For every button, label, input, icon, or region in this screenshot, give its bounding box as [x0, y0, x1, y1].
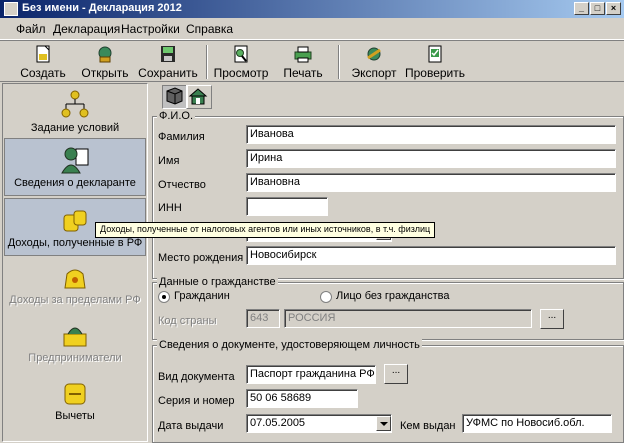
cube-icon — [166, 87, 183, 105]
country-name-field[interactable]: РОССИЯ — [284, 309, 532, 328]
sidebar-item-deductions[interactable]: Вычеты — [4, 378, 146, 430]
menu-bar: Файл Декларация Настройки Справка — [0, 18, 624, 40]
fio-group-title: Ф.И.О. — [157, 110, 195, 122]
name-label: Имя — [158, 155, 180, 167]
save-button[interactable]: Сохранить — [138, 43, 198, 81]
surname-field[interactable]: Иванова — [246, 125, 616, 144]
patronymic-label: Отчество — [158, 179, 206, 191]
toolbar-separator — [338, 45, 340, 79]
sidebar-item-entrepreneurs[interactable]: Предприниматели — [4, 320, 146, 372]
inn-label: ИНН — [158, 202, 182, 214]
money-stack-icon — [63, 327, 87, 347]
open-button[interactable]: Открыть — [78, 43, 132, 81]
window-title: Без имени - Декларация 2012 — [22, 2, 182, 14]
birthplace-label: Место рождения — [158, 252, 244, 264]
tab-address[interactable] — [186, 85, 212, 109]
country-code-label: Код страны — [158, 315, 217, 327]
sidebar-item-declarant[interactable]: Сведения о декларанте — [4, 138, 146, 196]
sidebar-item-conditions[interactable]: Задание условий — [4, 88, 146, 142]
save-disk-icon — [161, 46, 175, 62]
printer-icon — [294, 46, 312, 63]
coins-icon — [63, 210, 87, 232]
country-select-button[interactable]: ... — [540, 309, 564, 329]
tab-personal[interactable] — [162, 85, 188, 109]
patronymic-field[interactable]: Ивановна — [246, 173, 616, 192]
stateless-radio[interactable] — [320, 291, 332, 303]
name-field[interactable]: Ирина — [246, 149, 616, 168]
doc-type-select-button[interactable]: ... — [384, 364, 408, 384]
menu-settings[interactable]: Настройки — [121, 22, 180, 36]
citizen-label: Гражданин — [174, 290, 230, 302]
inn-field[interactable] — [246, 197, 328, 216]
deductions-icon — [64, 383, 86, 405]
birthplace-field[interactable]: Новосибирск — [246, 246, 616, 265]
open-folder-icon — [98, 46, 112, 63]
issue-date-label: Дата выдачи — [158, 420, 224, 432]
doc-type-field[interactable]: Паспорт гражданина РФ — [246, 365, 376, 384]
hierarchy-icon — [61, 90, 89, 118]
doc-number-field[interactable]: 50 06 58689 — [246, 389, 358, 408]
citizen-radio[interactable] — [158, 291, 170, 303]
surname-label: Фамилия — [158, 131, 205, 143]
money-bag-icon — [64, 269, 86, 289]
tooltip: Доходы, полученные от налоговых агентов … — [95, 222, 436, 238]
check-document-icon — [428, 45, 442, 63]
doc-type-label: Вид документа — [158, 371, 235, 383]
country-code-field[interactable]: 643 — [246, 309, 280, 328]
issue-date-field[interactable]: 07.05.2005 — [246, 414, 392, 433]
menu-file[interactable]: Файл — [16, 22, 46, 36]
export-button[interactable]: Экспорт — [348, 43, 400, 81]
person-icon — [61, 147, 89, 174]
stateless-label: Лицо без гражданства — [336, 290, 450, 302]
new-document-icon — [36, 45, 50, 63]
create-button[interactable]: Создать — [16, 43, 70, 81]
menu-help[interactable]: Справка — [186, 22, 233, 36]
app-icon — [4, 2, 18, 16]
export-icon — [367, 47, 381, 61]
issue-date-dropdown-button[interactable] — [376, 416, 391, 431]
citizenship-group-title: Данные о гражданстве — [157, 276, 278, 288]
print-button[interactable]: Печать — [278, 43, 328, 81]
main-panel: Ф.И.О. Фамилия Иванова Имя Ирина Отчеств… — [150, 83, 624, 443]
close-button[interactable]: × — [606, 2, 621, 15]
issuer-field[interactable]: УФМС по Новосиб.обл. — [462, 414, 612, 433]
document-group-title: Сведения о документе, удостоверяющем лич… — [157, 339, 422, 351]
title-bar: Без имени - Декларация 2012 _ □ × — [0, 0, 624, 18]
sidebar: Задание условий Сведения о декларанте До… — [2, 83, 148, 442]
issuer-label: Кем выдан — [400, 420, 456, 432]
doc-number-label: Серия и номер — [158, 395, 235, 407]
house-icon — [188, 88, 208, 105]
check-button[interactable]: Проверить — [404, 43, 466, 81]
menu-declaration[interactable]: Декларация — [53, 22, 120, 36]
minimize-button[interactable]: _ — [574, 2, 589, 15]
sidebar-item-income-abroad[interactable]: Доходы за пределами РФ — [4, 262, 146, 314]
toolbar: Создать Открыть Сохранить Просмотр Печат… — [0, 40, 624, 82]
toolbar-separator — [206, 45, 208, 79]
maximize-button[interactable]: □ — [590, 2, 605, 15]
preview-button[interactable]: Просмотр — [212, 43, 270, 81]
preview-icon — [234, 45, 248, 63]
